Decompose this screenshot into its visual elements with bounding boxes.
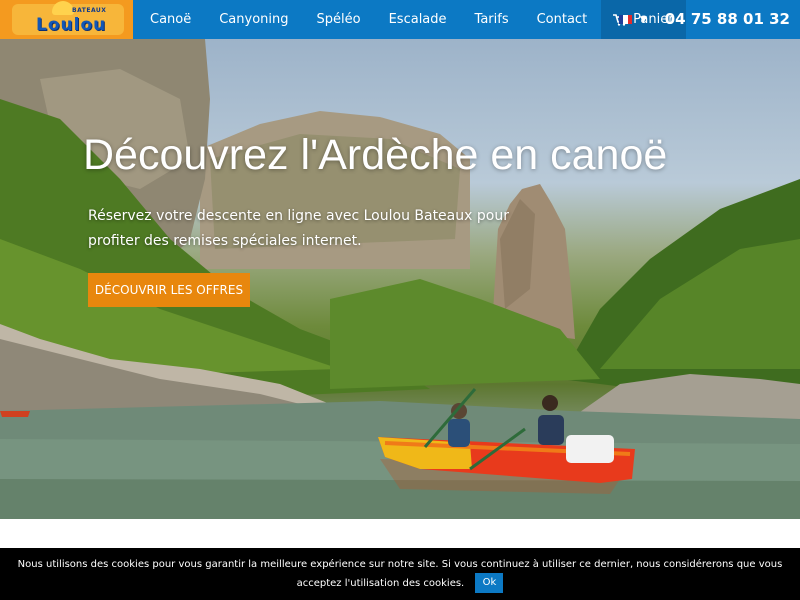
top-navbar: BATEAUX Loulou Canoë Canyoning Spéléo Es…	[0, 0, 800, 39]
cookie-ok-button[interactable]: Ok	[475, 573, 504, 593]
french-flag-icon[interactable]	[619, 15, 632, 24]
cookie-message: Nous utilisons des cookies pour vous gar…	[17, 559, 783, 589]
main-menu: Canoë Canyoning Spéléo Escalade Tarifs C…	[136, 0, 686, 39]
nav-item-speleo[interactable]: Spéléo	[303, 0, 375, 39]
cookie-banner: Nous utilisons des cookies pour vous gar…	[0, 548, 800, 600]
hero-title: Découvrez l'Ardèche en canoë	[83, 131, 668, 179]
nav-item-canyoning[interactable]: Canyoning	[205, 0, 302, 39]
logo-subtext: BATEAUX	[72, 7, 107, 14]
logo-text: Loulou	[36, 15, 107, 35]
loulou-bateaux-logo[interactable]: BATEAUX Loulou	[0, 0, 133, 39]
nav-item-contact[interactable]: Contact	[523, 0, 602, 39]
nav-item-escalade[interactable]: Escalade	[375, 0, 461, 39]
hero-section: Découvrez l'Ardèche en canoë Réservez vo…	[0, 39, 800, 519]
language-dropdown-caret-icon[interactable]: ▼	[640, 15, 647, 25]
nav-item-canoe[interactable]: Canoë	[136, 0, 205, 39]
phone-number[interactable]: 04 75 88 01 32	[665, 0, 790, 39]
nav-item-tarifs[interactable]: Tarifs	[461, 0, 523, 39]
hero-subtitle: Réservez votre descente en ligne avec Lo…	[88, 208, 509, 249]
discover-offers-button[interactable]: DÉCOUVRIR LES OFFRES	[88, 273, 250, 307]
